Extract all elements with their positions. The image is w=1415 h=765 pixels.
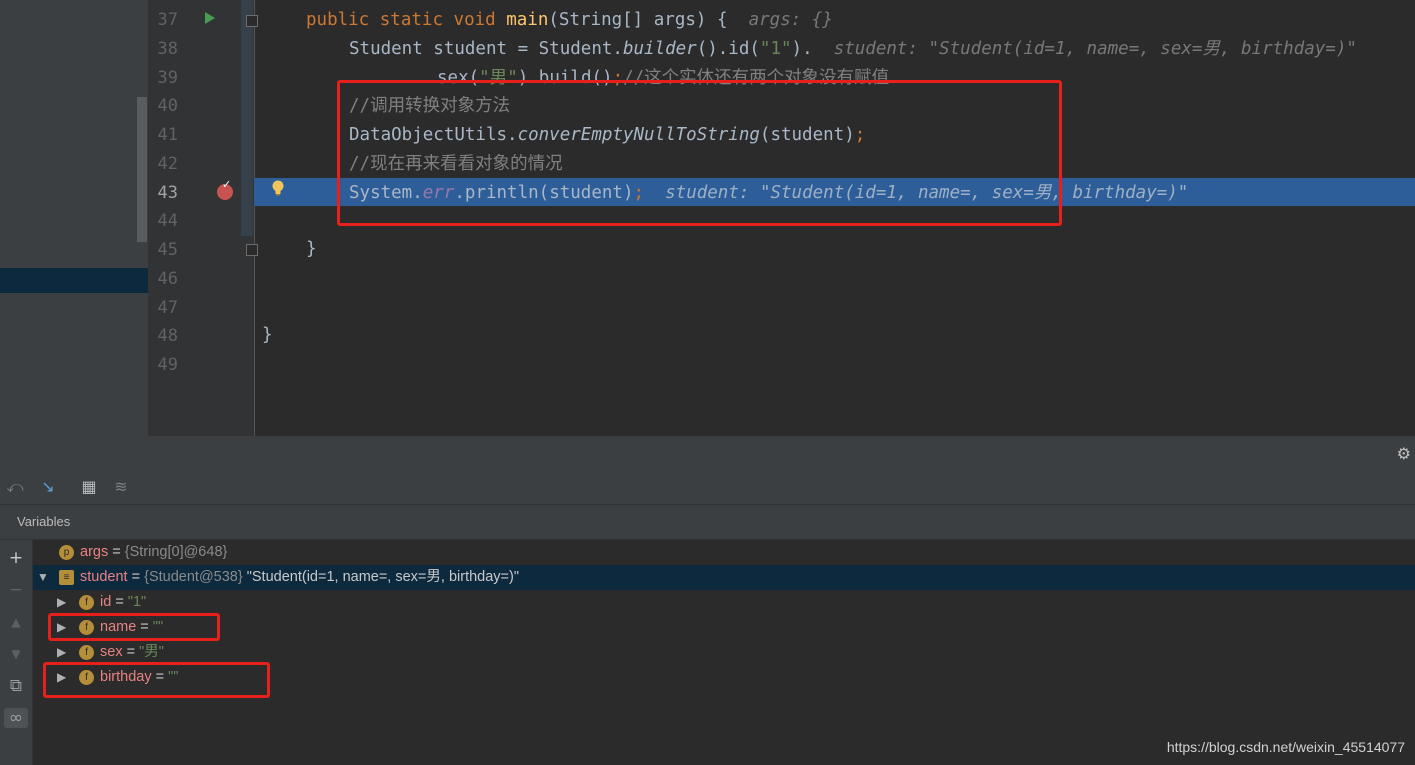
variable-row[interactable]: ▶ f id = "1" xyxy=(33,590,1415,615)
inline-debug-value: args: {} xyxy=(748,10,833,30)
line-number: 49 xyxy=(157,355,178,375)
line-number: 39 xyxy=(157,68,178,88)
equals-sign: = xyxy=(111,594,128,610)
collapse-arrow-icon[interactable]: ▼ xyxy=(37,565,51,590)
code-line-45[interactable]: } xyxy=(306,235,317,263)
line-number: 38 xyxy=(157,39,178,59)
table-icon[interactable]: ▦ xyxy=(79,477,99,497)
down-icon[interactable]: ▼ xyxy=(6,644,26,664)
plus-icon[interactable]: + xyxy=(6,548,26,568)
project-selected-row[interactable] xyxy=(0,268,148,293)
variable-row[interactable]: ▶ f name = "" xyxy=(33,615,1415,640)
variables-side-toolbar: + − ▲ ▼ ⧉ ∞ xyxy=(0,540,33,765)
closing-brace: } xyxy=(306,239,317,259)
variable-row[interactable]: p args = {String[0]@648} xyxy=(33,540,1415,565)
annotation-highlight-box xyxy=(43,662,270,698)
scope-indicator xyxy=(241,0,253,236)
equals-sign: = xyxy=(122,644,140,660)
watermark: https://blog.csdn.net/weixin_45514077 xyxy=(1166,739,1405,755)
minus-icon[interactable]: − xyxy=(6,580,26,600)
line-number: 45 xyxy=(157,240,178,260)
fold-icon[interactable] xyxy=(246,15,258,27)
run-icon[interactable] xyxy=(205,12,215,24)
field-icon: f xyxy=(79,594,94,610)
debug-toolbar xyxy=(0,470,1415,505)
variables-header xyxy=(0,505,1415,540)
parameter-icon: p xyxy=(59,544,74,560)
settings-icon[interactable]: ≋ xyxy=(111,477,131,497)
code-text: (String[] args) { xyxy=(548,10,728,30)
fold-column xyxy=(240,0,254,436)
object-ref: {String[0]@648} xyxy=(124,544,228,560)
variables-title: Variables xyxy=(17,514,71,529)
closing-brace: } xyxy=(262,325,273,345)
object-ref: {Student@538} xyxy=(144,569,243,585)
object-icon: ≡ xyxy=(59,569,74,585)
variable-name: sex xyxy=(100,644,123,660)
string-literal: "1" xyxy=(759,39,792,59)
scrollbar-thumb[interactable] xyxy=(137,97,147,242)
code-line-48[interactable]: } xyxy=(262,321,273,349)
variable-name: id xyxy=(100,594,112,610)
field-icon: f xyxy=(79,644,94,660)
code-line-37[interactable]: public static void main(String[] args) {… xyxy=(306,6,833,34)
equals-sign: = xyxy=(108,544,125,560)
line-number: 37 xyxy=(157,10,178,30)
variable-value: "男" xyxy=(139,644,164,660)
annotation-highlight-box xyxy=(48,613,220,641)
variable-value: "Student(id=1, name=, sex=男, birthday=)" xyxy=(242,569,519,585)
keyword: public xyxy=(306,10,370,30)
debug-panel-header: ⚙ xyxy=(0,436,1415,471)
copy-icon[interactable]: ⧉ xyxy=(6,676,26,696)
bulb-icon[interactable] xyxy=(271,180,285,196)
keyword: void xyxy=(453,10,496,30)
gear-icon[interactable]: ⚙ xyxy=(1397,444,1411,463)
line-number: 44 xyxy=(157,211,178,231)
glasses-icon[interactable]: ∞ xyxy=(4,708,28,728)
inline-debug-value: student: "Student(id=1, name=, sex=男, bi… xyxy=(833,39,1357,59)
fold-icon[interactable] xyxy=(246,244,258,256)
line-number-current: 43 xyxy=(157,183,178,203)
code-line-38[interactable]: Student student = Student.builder().id("… xyxy=(349,35,1357,63)
keyword: static xyxy=(379,10,443,30)
method-name: main xyxy=(506,10,549,30)
line-number: 47 xyxy=(157,298,178,318)
expand-arrow-icon[interactable]: ▶ xyxy=(57,590,71,615)
code-text: Student student = Student. xyxy=(349,39,623,59)
static-method: builder xyxy=(622,39,697,59)
line-number: 41 xyxy=(157,125,178,145)
line-number: 42 xyxy=(157,154,178,174)
restore-icon[interactable]: ⤺ xyxy=(5,477,25,497)
up-icon[interactable]: ▲ xyxy=(6,612,26,632)
variable-value: "1" xyxy=(127,594,147,610)
code-text: ). xyxy=(791,39,813,59)
line-number: 40 xyxy=(157,96,178,116)
breakpoint-icon[interactable] xyxy=(217,178,233,200)
variable-name: args xyxy=(80,544,109,560)
equals-sign: = xyxy=(127,569,145,585)
step-icon[interactable]: ↘ xyxy=(38,477,58,497)
line-number: 46 xyxy=(157,269,178,289)
project-panel-strip xyxy=(0,0,148,436)
line-number: 48 xyxy=(157,326,178,346)
annotation-highlight-box xyxy=(337,80,1062,226)
variable-name: student xyxy=(80,569,128,585)
variable-row-selected[interactable]: ▼ ≡ student = {Student@538} "Student(id=1,… xyxy=(33,565,1415,590)
code-text: ().id( xyxy=(696,39,760,59)
code-editor[interactable]: 37 38 39 40 41 42 43 44 45 46 47 48 49 p… xyxy=(0,0,1415,436)
